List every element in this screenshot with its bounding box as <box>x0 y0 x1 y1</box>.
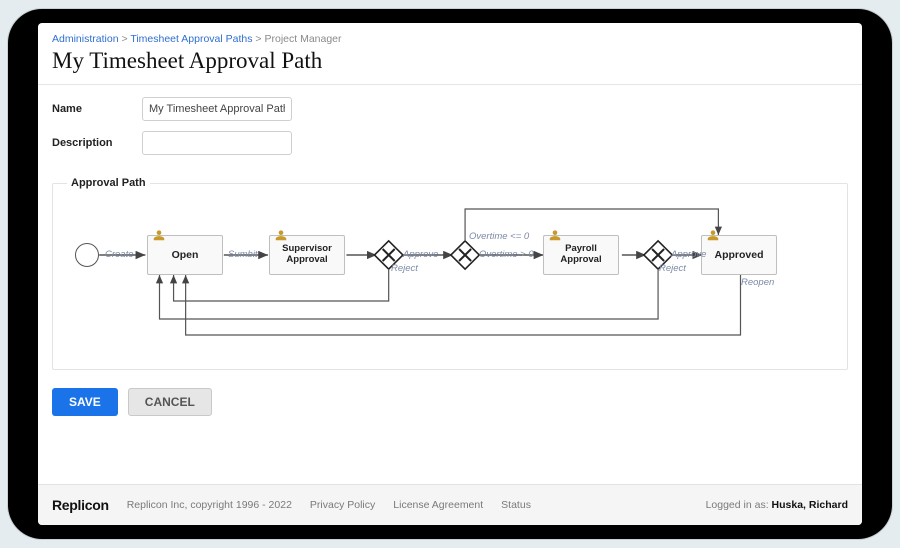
approval-path-legend: Approval Path <box>67 177 150 189</box>
workflow-connectors <box>63 201 837 351</box>
footer-privacy-link[interactable]: Privacy Policy <box>310 499 375 511</box>
footer: Replicon Replicon Inc, copyright 1996 - … <box>38 484 862 525</box>
breadcrumb-current: Project Manager <box>264 33 341 45</box>
user-icon <box>274 228 288 242</box>
label-overtime-le0: Overtime <= 0 <box>469 231 529 242</box>
label-submit: Sumbit <box>228 249 258 260</box>
footer-status-link[interactable]: Status <box>501 499 531 511</box>
description-label: Description <box>52 137 142 149</box>
logged-in-user: Huska, Richard <box>772 499 848 511</box>
label-overtime-gt0: Overtime > 0 <box>479 249 534 260</box>
node-payroll-approval[interactable]: Payroll Approval <box>543 235 619 275</box>
breadcrumb-paths[interactable]: Timesheet Approval Paths <box>130 33 252 45</box>
breadcrumb: Administration > Timesheet Approval Path… <box>52 33 848 45</box>
cancel-button[interactable]: CANCEL <box>128 388 212 416</box>
footer-copyright: Replicon Inc, copyright 1996 - 2022 <box>127 499 292 511</box>
user-icon <box>548 228 562 242</box>
logged-in-label: Logged in as: Huska, Richard <box>706 499 848 511</box>
brand-logo: Replicon <box>52 497 109 513</box>
label-approve-1: Approve <box>403 249 438 260</box>
name-input[interactable] <box>142 97 292 121</box>
node-approved[interactable]: Approved <box>701 235 777 275</box>
approval-path-section: Approval Path <box>52 177 848 370</box>
app-screen: Administration > Timesheet Approval Path… <box>38 23 862 525</box>
label-reject-2: Reject <box>659 263 686 274</box>
label-reject-1: Reject <box>391 263 418 274</box>
start-node[interactable] <box>75 243 99 267</box>
node-supervisor-approval[interactable]: Supervisor Approval <box>269 235 345 275</box>
name-label: Name <box>52 103 142 115</box>
tablet-frame: Administration > Timesheet Approval Path… <box>8 9 892 539</box>
footer-license-link[interactable]: License Agreement <box>393 499 483 511</box>
workflow-diagram: Open Supervisor Approval Payroll Approva… <box>63 201 837 351</box>
user-icon <box>152 228 166 242</box>
save-button[interactable]: SAVE <box>52 388 118 416</box>
user-icon <box>706 228 720 242</box>
node-open[interactable]: Open <box>147 235 223 275</box>
label-create: Create <box>105 249 134 260</box>
description-input[interactable] <box>142 131 292 155</box>
label-reopen: Reopen <box>741 277 774 288</box>
breadcrumb-admin[interactable]: Administration <box>52 33 119 45</box>
label-approve-2: Approve <box>671 249 706 260</box>
page-title: My Timesheet Approval Path <box>52 48 848 74</box>
